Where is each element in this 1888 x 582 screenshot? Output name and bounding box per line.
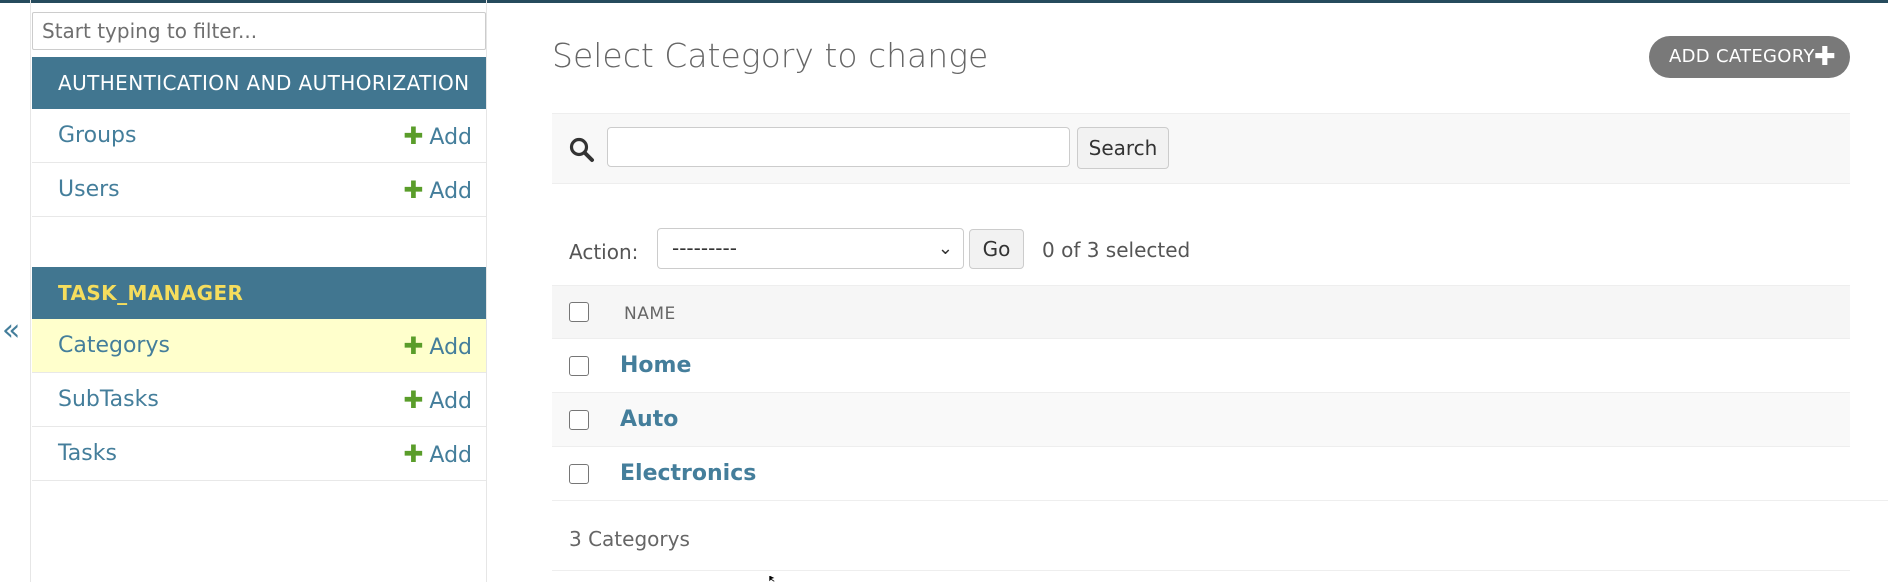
sidebar-item-categorys: Categorys ✚ Add xyxy=(32,319,486,373)
plus-icon: ✚ xyxy=(403,176,424,204)
page-title: Select Category to change xyxy=(552,36,989,75)
select-all-checkbox[interactable] xyxy=(569,302,589,322)
tasks-link[interactable]: Tasks xyxy=(58,427,117,481)
action-label: Action: xyxy=(569,240,639,264)
table-row: Home xyxy=(552,339,1850,393)
mouse-cursor-icon xyxy=(769,575,776,582)
divider xyxy=(1850,500,1888,501)
result-count: 3 Categorys xyxy=(569,527,690,551)
row-link[interactable]: Electronics xyxy=(620,447,756,501)
groups-add-link[interactable]: ✚ Add xyxy=(403,109,472,165)
sidebar-item-tasks: Tasks ✚ Add xyxy=(32,427,486,481)
actions-bar: Action: --------- ⌄ Go 0 of 3 selected xyxy=(552,228,1850,284)
categorys-link[interactable]: Categorys xyxy=(58,319,170,373)
plus-icon: ✚ xyxy=(403,440,424,468)
subtasks-add-link[interactable]: ✚ Add xyxy=(403,373,472,429)
nav-filter-input[interactable] xyxy=(32,12,486,50)
categorys-add-link[interactable]: ✚ Add xyxy=(403,319,472,375)
plus-icon: ✚ xyxy=(1813,42,1836,72)
action-select[interactable]: --------- ⌄ xyxy=(657,228,964,269)
search-input[interactable] xyxy=(607,127,1070,167)
module-caption-task-manager[interactable]: TASK_MANAGER xyxy=(32,267,486,319)
plus-icon: ✚ xyxy=(403,122,424,150)
table-header: NAME xyxy=(552,285,1850,339)
sidebar-item-groups: Groups ✚ Add xyxy=(32,109,486,163)
tasks-add-link[interactable]: ✚ Add xyxy=(403,427,472,483)
row-link[interactable]: Auto xyxy=(620,393,678,447)
column-header-name[interactable]: NAME xyxy=(624,304,676,324)
nav-sidebar-toggle[interactable]: « xyxy=(0,0,31,582)
search-icon xyxy=(569,137,594,162)
chevron-down-icon: ⌄ xyxy=(937,238,953,259)
row-checkbox[interactable] xyxy=(569,410,589,430)
table-row: Auto xyxy=(552,393,1850,447)
module-caption-auth[interactable]: AUTHENTICATION AND AUTHORIZATION xyxy=(32,57,486,109)
search-toolbar: Search xyxy=(552,113,1850,184)
row-link[interactable]: Home xyxy=(620,339,691,393)
users-link[interactable]: Users xyxy=(58,163,120,217)
sidebar-item-users: Users ✚ Add xyxy=(32,163,486,217)
add-category-button[interactable]: ADD CATEGORY ✚ xyxy=(1649,36,1850,78)
nav-sidebar: AUTHENTICATION AND AUTHORIZATION Groups … xyxy=(31,0,487,582)
row-checkbox[interactable] xyxy=(569,356,589,376)
groups-link[interactable]: Groups xyxy=(58,109,136,163)
plus-icon: ✚ xyxy=(403,332,424,360)
sidebar-item-subtasks: SubTasks ✚ Add xyxy=(32,373,486,427)
row-checkbox[interactable] xyxy=(569,464,589,484)
search-button[interactable]: Search xyxy=(1077,127,1169,169)
go-button[interactable]: Go xyxy=(969,229,1024,269)
paginator: 3 Categorys xyxy=(552,515,1850,571)
table-row: Electronics xyxy=(552,447,1850,501)
collapse-sidebar-icon: « xyxy=(2,313,21,348)
subtasks-link[interactable]: SubTasks xyxy=(58,373,159,427)
selection-counter: 0 of 3 selected xyxy=(1042,238,1191,262)
plus-icon: ✚ xyxy=(403,386,424,414)
users-add-link[interactable]: ✚ Add xyxy=(403,163,472,219)
